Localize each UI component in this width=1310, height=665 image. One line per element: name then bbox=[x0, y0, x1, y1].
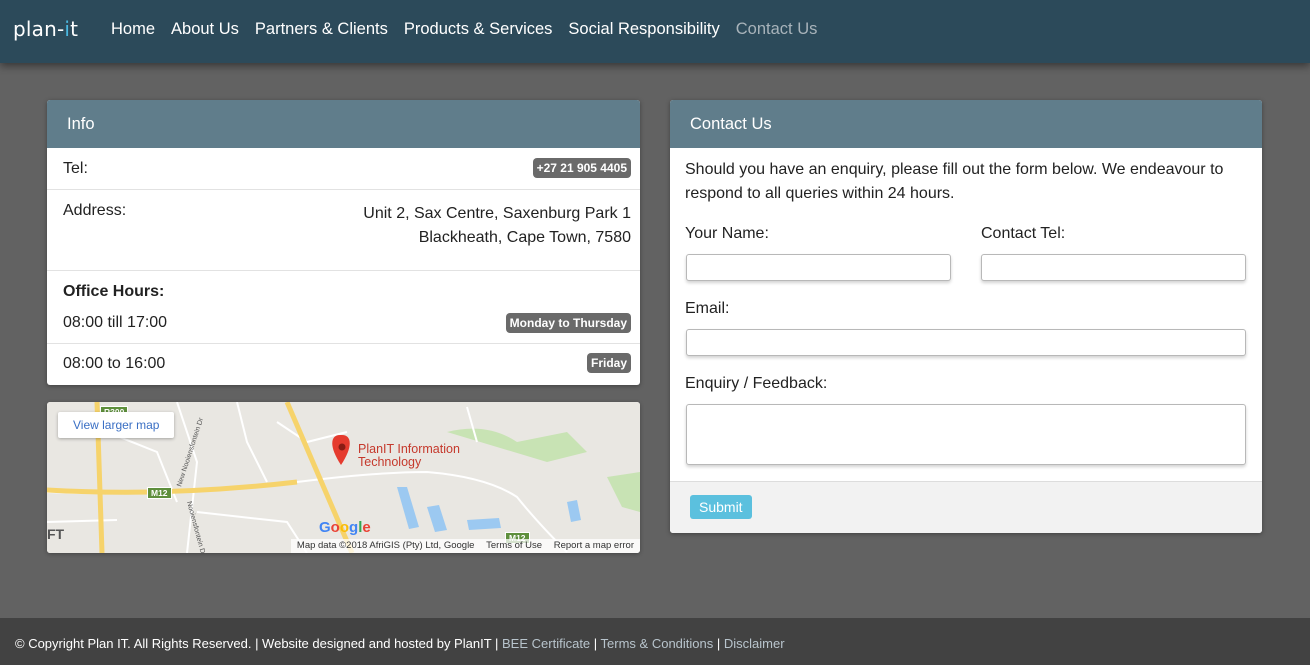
road-tag-m12: M12 bbox=[147, 487, 172, 499]
office-hours-row: Office Hours: 08:00 till 17:00 Monday to… bbox=[47, 271, 640, 344]
nav-social-responsibility[interactable]: Social Responsibility bbox=[560, 20, 727, 39]
name-input[interactable] bbox=[686, 254, 951, 281]
contact-panel-footer: Submit bbox=[670, 481, 1262, 533]
hours-weekday-badge: Monday to Thursday bbox=[505, 313, 631, 333]
disclaimer-link[interactable]: Disclaimer bbox=[724, 636, 785, 651]
nav-partners-clients[interactable]: Partners & Clients bbox=[247, 20, 396, 39]
site-footer: © Copyright Plan IT. All Rights Reserved… bbox=[0, 618, 1310, 665]
address-value: Unit 2, Sax Centre, Saxenburg Park 1 Bla… bbox=[363, 202, 631, 250]
email-input[interactable] bbox=[686, 329, 1246, 356]
info-panel-title: Info bbox=[47, 100, 640, 148]
address-line-2: Blackheath, Cape Town, 7580 bbox=[418, 229, 631, 246]
footer-separator-2: | bbox=[713, 636, 724, 651]
hours-friday-badge: Friday bbox=[586, 353, 631, 373]
enquiry-label: Enquiry / Feedback: bbox=[685, 375, 828, 392]
name-label: Your Name: bbox=[685, 225, 769, 242]
map-attribution-bar: Map data ©2018 AfriGIS (Pty) Ltd, Google… bbox=[290, 539, 640, 553]
contact-intro: Should you have an enquiry, please fill … bbox=[685, 161, 1224, 202]
tel-row: Tel: +27 21 905 4405 bbox=[47, 148, 640, 190]
contact-panel: Contact Us Should you have an enquiry, p… bbox=[670, 100, 1262, 533]
nav-about-us[interactable]: About Us bbox=[163, 20, 247, 39]
hours-weekday-time: 08:00 till 17:00 bbox=[63, 314, 168, 331]
nav-links: Home About Us Partners & Clients Product… bbox=[103, 20, 825, 39]
water-3 bbox=[467, 518, 501, 530]
submit-button[interactable]: Submit bbox=[690, 495, 752, 519]
hours-friday-time: 08:00 to 16:00 bbox=[63, 355, 166, 372]
contact-tel-label: Contact Tel: bbox=[981, 225, 1066, 242]
contact-panel-title: Contact Us bbox=[670, 100, 1262, 148]
address-row: Address: Unit 2, Sax Centre, Saxenburg P… bbox=[47, 190, 640, 271]
info-panel: Info Tel: +27 21 905 4405 Address: Unit … bbox=[47, 100, 640, 385]
view-larger-map-button[interactable]: View larger map bbox=[58, 412, 175, 438]
address-line-1: Unit 2, Sax Centre, Saxenburg Park 1 bbox=[363, 205, 631, 222]
map-place-line-2: Technology bbox=[358, 455, 422, 469]
footer-separator-1: | bbox=[590, 636, 601, 651]
contact-tel-input[interactable] bbox=[981, 254, 1246, 281]
bee-certificate-link[interactable]: BEE Certificate bbox=[502, 636, 590, 651]
map-attribution: Map data ©2018 AfriGIS (Pty) Ltd, Google bbox=[296, 540, 475, 551]
tel-label: Tel: bbox=[63, 160, 88, 177]
nav-products-services[interactable]: Products & Services bbox=[396, 20, 561, 39]
nav-home[interactable]: Home bbox=[103, 20, 163, 39]
map-terms-link[interactable]: Terms of Use bbox=[486, 540, 542, 551]
enquiry-textarea[interactable] bbox=[686, 404, 1246, 465]
embedded-map[interactable]: New Nooiensfontein DrNooiensfontein Dr R… bbox=[47, 402, 640, 553]
address-label: Address: bbox=[63, 202, 127, 219]
copyright-text: © Copyright Plan IT. All Rights Reserved… bbox=[15, 636, 499, 651]
plan-it-logo[interactable]: plan-it bbox=[13, 17, 78, 41]
google-logo: Google bbox=[319, 519, 371, 536]
map-pin-dot bbox=[338, 443, 346, 451]
terms-conditions-link[interactable]: Terms & Conditions bbox=[601, 636, 714, 651]
nav-contact-us[interactable]: Contact Us bbox=[728, 20, 826, 39]
top-navbar: plan-it Home About Us Partners & Clients… bbox=[0, 0, 1310, 63]
tel-badge: +27 21 905 4405 bbox=[532, 158, 631, 178]
office-hours-title: Office Hours: bbox=[63, 283, 165, 300]
map-place-label[interactable]: PlanIT Information Technology bbox=[358, 443, 460, 469]
email-label: Email: bbox=[685, 300, 730, 317]
map-report-link[interactable]: Report a map error bbox=[554, 540, 634, 551]
map-edge-label: FT bbox=[47, 526, 65, 542]
friday-hours-row: 08:00 to 16:00 Friday bbox=[47, 344, 640, 385]
